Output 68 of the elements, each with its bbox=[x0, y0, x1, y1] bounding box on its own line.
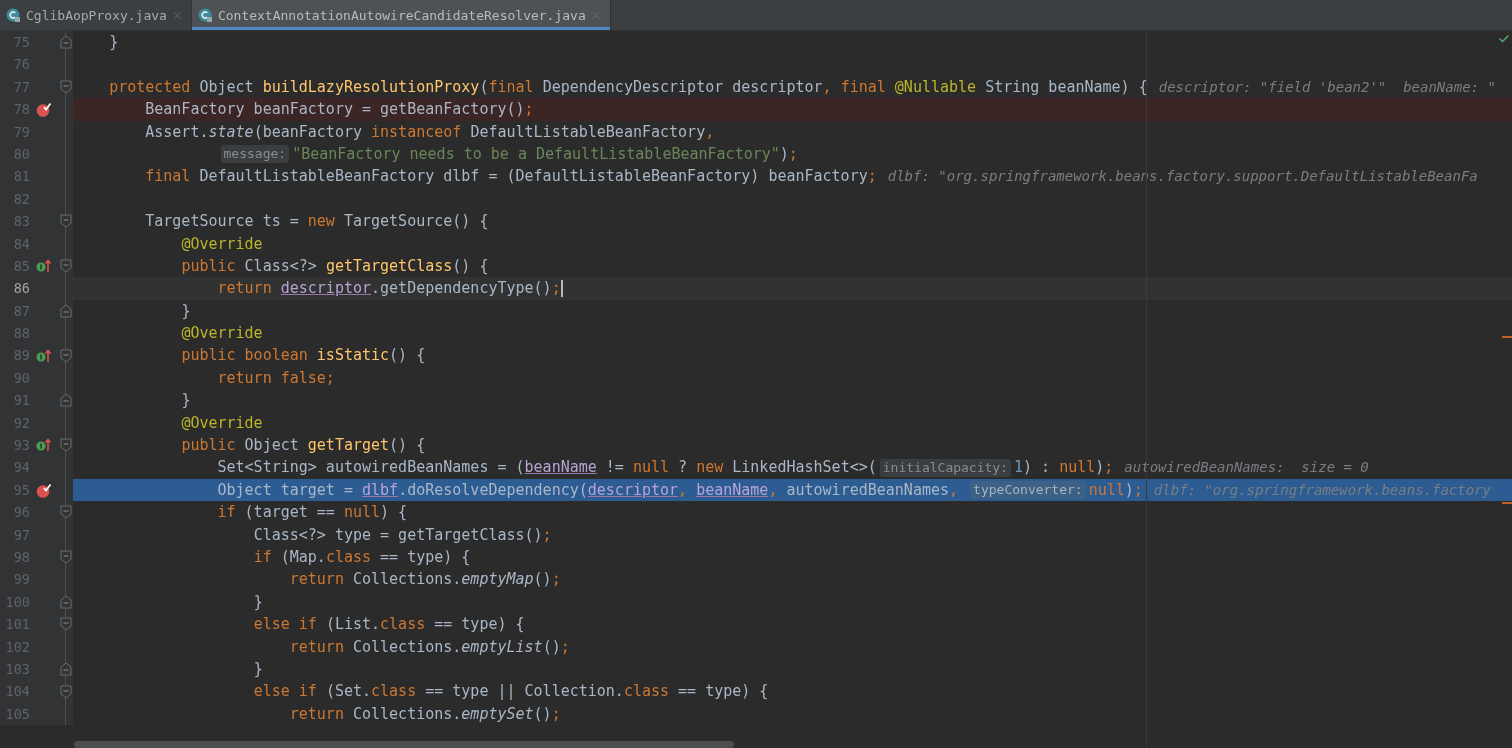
code-text: public boolean isStatic() { bbox=[181, 345, 426, 367]
check-icon bbox=[1498, 33, 1510, 45]
fold-icon[interactable] bbox=[59, 35, 72, 50]
parameter-hint: message: bbox=[220, 145, 290, 164]
close-icon[interactable] bbox=[590, 9, 602, 21]
close-icon[interactable] bbox=[171, 9, 183, 21]
fold-icon[interactable] bbox=[59, 348, 72, 363]
code-text: } bbox=[253, 658, 263, 680]
implemented-method-icon[interactable] bbox=[36, 259, 52, 274]
code-text: return false; bbox=[217, 367, 335, 389]
fold-icon[interactable] bbox=[59, 594, 72, 609]
code-text: } bbox=[109, 32, 119, 53]
code-text: } bbox=[181, 300, 191, 322]
code-text: if (Map.class == type) { bbox=[253, 547, 471, 568]
fold-icon[interactable] bbox=[59, 617, 72, 632]
code-text: else if (List.class == type) { bbox=[253, 614, 525, 636]
inline-debug-value: dlbf: "org.springframework.beans.factory.support.DefaultListableBeanFa bbox=[887, 167, 1478, 187]
parameter-hint: typeConverter: bbox=[970, 481, 1086, 499]
fold-icon[interactable] bbox=[59, 505, 72, 520]
fold-icon[interactable] bbox=[59, 259, 72, 274]
inline-debug-value: descriptor: "field 'bean2'" beanName: " bbox=[1158, 77, 1496, 97]
fold-icon[interactable] bbox=[59, 438, 72, 453]
breakpoint-icon[interactable] bbox=[36, 101, 52, 117]
inline-debug-value: dlbf: "org.springframework.beans.factory bbox=[1153, 480, 1491, 500]
code-text: null); bbox=[1088, 479, 1143, 501]
inline-debug-value: autowiredBeanNames: size = 0 bbox=[1124, 458, 1369, 478]
tab-label: CglibAopProxy.java bbox=[26, 7, 167, 23]
code-text: @Override bbox=[181, 233, 263, 255]
breakpoint-icon[interactable] bbox=[36, 482, 52, 498]
class-icon bbox=[6, 7, 21, 23]
code-text: @Override bbox=[181, 412, 263, 434]
horizontal-scrollbar[interactable] bbox=[74, 741, 734, 748]
code-text: return Collections.emptyMap(); bbox=[289, 569, 561, 591]
code-text: Object target = dlbf.doResolveDependency(descriptor, beanName, autowiredBeanNames, bbox=[217, 479, 960, 501]
fold-icon[interactable] bbox=[59, 662, 72, 677]
code-text: if (target == null) { bbox=[217, 502, 408, 524]
code-text: Class<?> type = getTargetClass(); bbox=[253, 524, 552, 546]
code-text: Set<String> autowiredBeanNames = (beanName != null ? new LinkedHashSet<>( bbox=[217, 457, 877, 479]
class-icon bbox=[197, 7, 213, 23]
fold-icon[interactable] bbox=[59, 684, 72, 699]
file-tab[interactable]: CglibAopProxy.java bbox=[0, 0, 192, 30]
code-text: BeanFactory beanFactory = getBeanFactory(); bbox=[145, 99, 534, 121]
line-number: 86 bbox=[12, 279, 30, 299]
fold-icon[interactable] bbox=[59, 550, 72, 565]
code-text: 1) : null); bbox=[1014, 457, 1114, 479]
code-text: } bbox=[181, 390, 191, 412]
code-text: else if (Set.class == type || Collection.class == type) { bbox=[253, 681, 769, 703]
code-text: return descriptor.getDependencyType(); bbox=[217, 278, 561, 300]
fold-icon[interactable] bbox=[59, 303, 72, 318]
code-text: Assert.state(beanFactory instanceof DefaultListableBeanFactory, bbox=[145, 121, 715, 143]
code-text: protected Object buildLazyResolutionProxy(final DependencyDescriptor descriptor, final @Nullable String beanName) { bbox=[109, 76, 1148, 98]
code-text: public Class<?> getTargetClass() { bbox=[181, 255, 489, 277]
fold-icon[interactable] bbox=[59, 393, 72, 408]
fold-icon[interactable] bbox=[59, 79, 72, 94]
parameter-hint: initialCapacity: bbox=[879, 458, 1011, 477]
code-text: TargetSource ts = new TargetSource() { bbox=[145, 211, 489, 233]
code-text: final DefaultListableBeanFactory dlbf = (DefaultListableBeanFactory) beanFactory; bbox=[145, 166, 877, 188]
code-text: @Override bbox=[181, 323, 263, 345]
tab-label: ContextAnnotationAutowireCandidateResolver.java bbox=[217, 7, 586, 23]
code-text: return Collections.emptySet(); bbox=[289, 703, 561, 725]
implemented-method-icon[interactable] bbox=[36, 438, 52, 453]
code-text: "BeanFactory needs to be a DefaultListableBeanFactory"); bbox=[292, 143, 798, 165]
code-text: public Object getTarget() { bbox=[181, 435, 426, 457]
code-text: return Collections.emptyList(); bbox=[289, 636, 570, 658]
implemented-method-icon[interactable] bbox=[36, 348, 52, 363]
fold-icon[interactable] bbox=[59, 214, 72, 229]
file-tab[interactable]: ContextAnnotationAutowireCandidateResolver.java bbox=[191, 0, 611, 30]
code-text: } bbox=[253, 591, 263, 613]
